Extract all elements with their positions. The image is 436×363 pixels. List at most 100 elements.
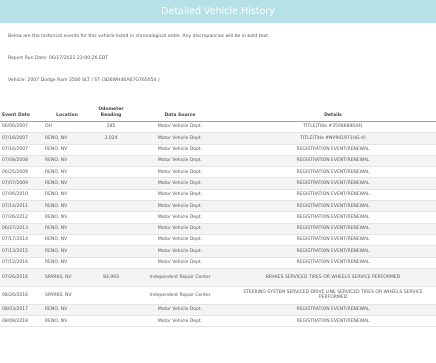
table-row: 07/26/2012 RENO, NV Motor Vehicle Dept. REG…	[0, 211, 436, 224]
cell-odometer	[92, 223, 130, 235]
cell-details: REGISTRATION EVENT/RENEWAL	[230, 211, 436, 224]
cell-event-date: 07/26/2012	[0, 211, 42, 224]
table-row: 07/17/2014 RENO, NV Motor Vehicle Dept. REG…	[0, 234, 436, 247]
cell-odometer	[92, 211, 130, 224]
cell-data-source: Motor Vehicle Dept.	[130, 132, 230, 145]
cell-data-source: Motor Vehicle Dept.	[130, 304, 230, 317]
cell-odometer: 285	[92, 121, 130, 134]
cell-event-date: 07/26/2016	[0, 268, 42, 287]
table-row: 07/16/2007 RENO, NV Motor Vehicle Dept. REG…	[0, 144, 436, 156]
cell-odometer	[92, 177, 130, 190]
cell-details: REGISTRATION EVENT/RENEWAL	[230, 245, 436, 258]
cell-details: REGISTRATION EVENT/RENEWAL	[230, 234, 436, 247]
table-row: 08/03/2017 RENO, NV Motor Vehicle Dept. REG…	[0, 304, 436, 317]
table-row: 06/06/2007 OH 285 Motor Vehicle Dept. TITLE(…	[0, 121, 436, 134]
cell-location: SPARKS, NV	[42, 268, 92, 287]
cell-odometer	[92, 155, 130, 168]
table-row: 07/16/2007 RENO, NV 3,024 Motor Vehicle Dep…	[0, 132, 436, 145]
cell-details: TITLE(Title #NV901971HG-4)	[230, 132, 436, 145]
table-row: 08/08/2018 RENO, NV Motor Vehicle Dept. REG…	[0, 315, 436, 328]
cell-location: RENO, NV	[42, 304, 92, 317]
cell-event-date: 07/16/2007	[0, 144, 42, 156]
cell-event-date: 08/26/2016	[0, 286, 42, 305]
cell-location: RENO, NV	[42, 234, 92, 247]
cell-data-source: Independent Repair Center	[130, 286, 230, 305]
cell-data-source: Motor Vehicle Dept.	[130, 121, 230, 134]
cell-data-source: Motor Vehicle Dept.	[130, 177, 230, 190]
vehicle-history-table: Event Date Location Odometer Reading Dat…	[0, 101, 436, 328]
table-row: 06/25/2009 RENO, NV Motor Vehicle Dept. REG…	[0, 166, 436, 179]
page-title-banner: Detailed Vehicle History	[0, 0, 436, 23]
cell-details: REGISTRATION EVENT/RENEWAL	[230, 189, 436, 202]
page-title: Detailed Vehicle History	[161, 6, 275, 17]
cell-event-date: 07/17/2014	[0, 234, 42, 247]
cell-location: SPARKS, NV	[42, 286, 92, 305]
table-row: 06/27/2013 RENO, NV Motor Vehicle Dept. REG…	[0, 223, 436, 235]
cell-details: BRAKES SERVICED TIRES OR WHEELS SERVICE …	[230, 268, 436, 287]
cell-location: RENO, NV	[42, 315, 92, 328]
cell-location: RENO, NV	[42, 211, 92, 224]
cell-data-source: Motor Vehicle Dept.	[130, 166, 230, 179]
cell-location: RENO, NV	[42, 166, 92, 179]
cell-odometer	[92, 200, 130, 213]
cell-details: REGISTRATION EVENT/RENEWAL	[230, 257, 436, 269]
cell-data-source: Motor Vehicle Dept.	[130, 234, 230, 247]
cell-event-date: 07/16/2007	[0, 132, 42, 145]
cell-details: REGISTRATION EVENT/RENEWAL	[230, 200, 436, 213]
table-body: 06/06/2007 OH 285 Motor Vehicle Dept. TITLE(…	[0, 121, 436, 328]
cell-location: OH	[42, 121, 92, 134]
cell-event-date: 07/12/2016	[0, 257, 42, 269]
cell-data-source: Motor Vehicle Dept.	[130, 315, 230, 328]
cell-data-source: Motor Vehicle Dept.	[130, 245, 230, 258]
cell-odometer	[92, 315, 130, 328]
table-row: 07/26/2016 SPARKS, NV 84,993 Independent Re…	[0, 268, 436, 287]
cell-location: RENO, NV	[42, 189, 92, 202]
cell-odometer: 3,024	[92, 132, 130, 145]
table-row: 07/07/2009 RENO, NV Motor Vehicle Dept. REG…	[0, 177, 436, 190]
cell-details: REGISTRATION EVENT/RENEWAL	[230, 166, 436, 179]
cell-details: TITLE(Title #3508689044)	[230, 121, 436, 134]
column-header-location: Location	[42, 101, 92, 122]
cell-data-source: Motor Vehicle Dept.	[130, 223, 230, 235]
cell-location: RENO, NV	[42, 257, 92, 269]
cell-odometer	[92, 144, 130, 156]
cell-event-date: 07/07/2009	[0, 177, 42, 190]
cell-location: RENO, NV	[42, 155, 92, 168]
cell-location: RENO, NV	[42, 177, 92, 190]
cell-event-date: 06/25/2009	[0, 166, 42, 179]
table-header-row: Event Date Location Odometer Reading Dat…	[0, 101, 436, 122]
cell-details: REGISTRATION EVENT/RENEWAL	[230, 304, 436, 317]
cell-data-source: Motor Vehicle Dept.	[130, 144, 230, 156]
intro-description: Below are the historical events for this…	[8, 34, 270, 39]
cell-event-date: 07/14/2011	[0, 200, 42, 213]
cell-details: REGISTRATION EVENT/RENEWAL	[230, 155, 436, 168]
table-row: 07/13/2015 RENO, NV Motor Vehicle Dept. REG…	[0, 245, 436, 258]
cell-details: REGISTRATION EVENT/RENEWAL	[230, 315, 436, 328]
cell-odometer	[92, 304, 130, 317]
cell-odometer	[92, 257, 130, 269]
column-header-event-date: Event Date	[0, 101, 42, 122]
table-row: 07/12/2016 RENO, NV Motor Vehicle Dept. REG…	[0, 257, 436, 269]
cell-event-date: 06/06/2007	[0, 121, 42, 134]
cell-data-source: Motor Vehicle Dept.	[130, 200, 230, 213]
table-row: 07/06/2010 RENO, NV Motor Vehicle Dept. REG…	[0, 189, 436, 202]
cell-details: STEERING SYSTEM SERVICED DRIVE LINE SERV…	[230, 286, 436, 305]
cell-data-source: Motor Vehicle Dept.	[130, 211, 230, 224]
cell-event-date: 06/27/2013	[0, 223, 42, 235]
cell-event-date: 08/08/2018	[0, 315, 42, 328]
table-row: 07/08/2008 RENO, NV Motor Vehicle Dept. REG…	[0, 155, 436, 168]
cell-location: RENO, NV	[42, 223, 92, 235]
cell-location: RENO, NV	[42, 245, 92, 258]
cell-event-date: 07/08/2008	[0, 155, 42, 168]
cell-odometer	[92, 234, 130, 247]
column-header-details: Details	[230, 101, 436, 122]
cell-odometer	[92, 166, 130, 179]
vehicle-info: Vehicle: 2007 Dodge Ram 3500 SLT / ST (3…	[8, 78, 160, 83]
column-header-odometer: Odometer Reading	[92, 101, 130, 122]
cell-details: REGISTRATION EVENT/RENEWAL	[230, 177, 436, 190]
cell-odometer	[92, 286, 130, 305]
cell-odometer	[92, 245, 130, 258]
table-row: 08/26/2016 SPARKS, NV Independent Repair C…	[0, 286, 436, 305]
cell-event-date: 08/03/2017	[0, 304, 42, 317]
table-row: 07/14/2011 RENO, NV Motor Vehicle Dept. REG…	[0, 200, 436, 213]
